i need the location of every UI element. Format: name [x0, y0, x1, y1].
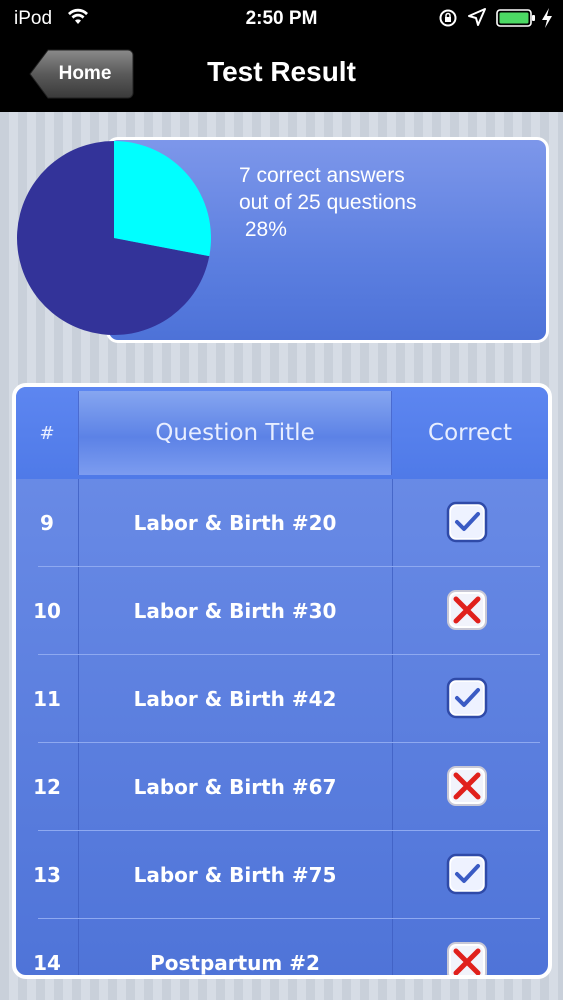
row-question-title: Labor & Birth #30 [133, 599, 337, 623]
checkmark-icon [446, 677, 488, 719]
table-row[interactable]: 14 Postpartum #2 [16, 919, 548, 975]
battery-icon [496, 9, 535, 27]
page-title: Test Result [207, 56, 356, 87]
cross-mark-icon [447, 942, 487, 975]
row-number: 12 [33, 775, 61, 799]
table-row[interactable]: 9 Labor & Birth #20 [16, 479, 548, 567]
row-number: 10 [33, 599, 61, 623]
summary-line-correct: 7 correct answers [239, 164, 405, 187]
score-summary-text: 7 correct answers out of 25 questions 28… [239, 162, 416, 243]
table-row[interactable]: 10 Labor & Birth #30 [16, 567, 548, 655]
row-number: 13 [33, 863, 61, 887]
row-question-title: Labor & Birth #20 [133, 511, 337, 535]
charging-bolt-icon [542, 8, 552, 28]
results-table: # Question Title Correct 9 Labor & Birth … [12, 383, 552, 979]
summary-line-percent: 28% [239, 218, 287, 241]
location-arrow-icon [468, 8, 486, 26]
pie-slice-correct [114, 141, 211, 257]
checkmark-icon [446, 853, 488, 895]
row-question-title: Labor & Birth #75 [133, 863, 337, 887]
row-number: 14 [33, 951, 61, 975]
table-header: # Question Title Correct [16, 387, 548, 479]
table-row[interactable]: 12 Labor & Birth #67 [16, 743, 548, 831]
status-bar: iPod 2:50 PM [0, 0, 563, 38]
row-question-title: Labor & Birth #42 [133, 687, 337, 711]
table-row[interactable]: 11 Labor & Birth #42 [16, 655, 548, 743]
summary-line-total: out of 25 questions [239, 191, 417, 214]
row-number: 11 [33, 687, 61, 711]
column-header-correct: Correct [428, 420, 512, 446]
column-header-number: # [39, 422, 55, 444]
row-number: 9 [40, 511, 54, 535]
checkmark-icon [446, 501, 488, 543]
cross-mark-icon [447, 766, 487, 806]
top-bar: iPod 2:50 PM Home Test Result [0, 0, 563, 112]
score-pie-chart [16, 141, 211, 335]
row-question-title: Postpartum #2 [150, 951, 320, 975]
table-row[interactable]: 13 Labor & Birth #75 [16, 831, 548, 919]
cross-mark-icon [447, 590, 487, 630]
orientation-lock-icon [439, 9, 457, 27]
row-question-title: Labor & Birth #67 [133, 775, 337, 799]
column-header-question-title: Question Title [78, 391, 392, 475]
